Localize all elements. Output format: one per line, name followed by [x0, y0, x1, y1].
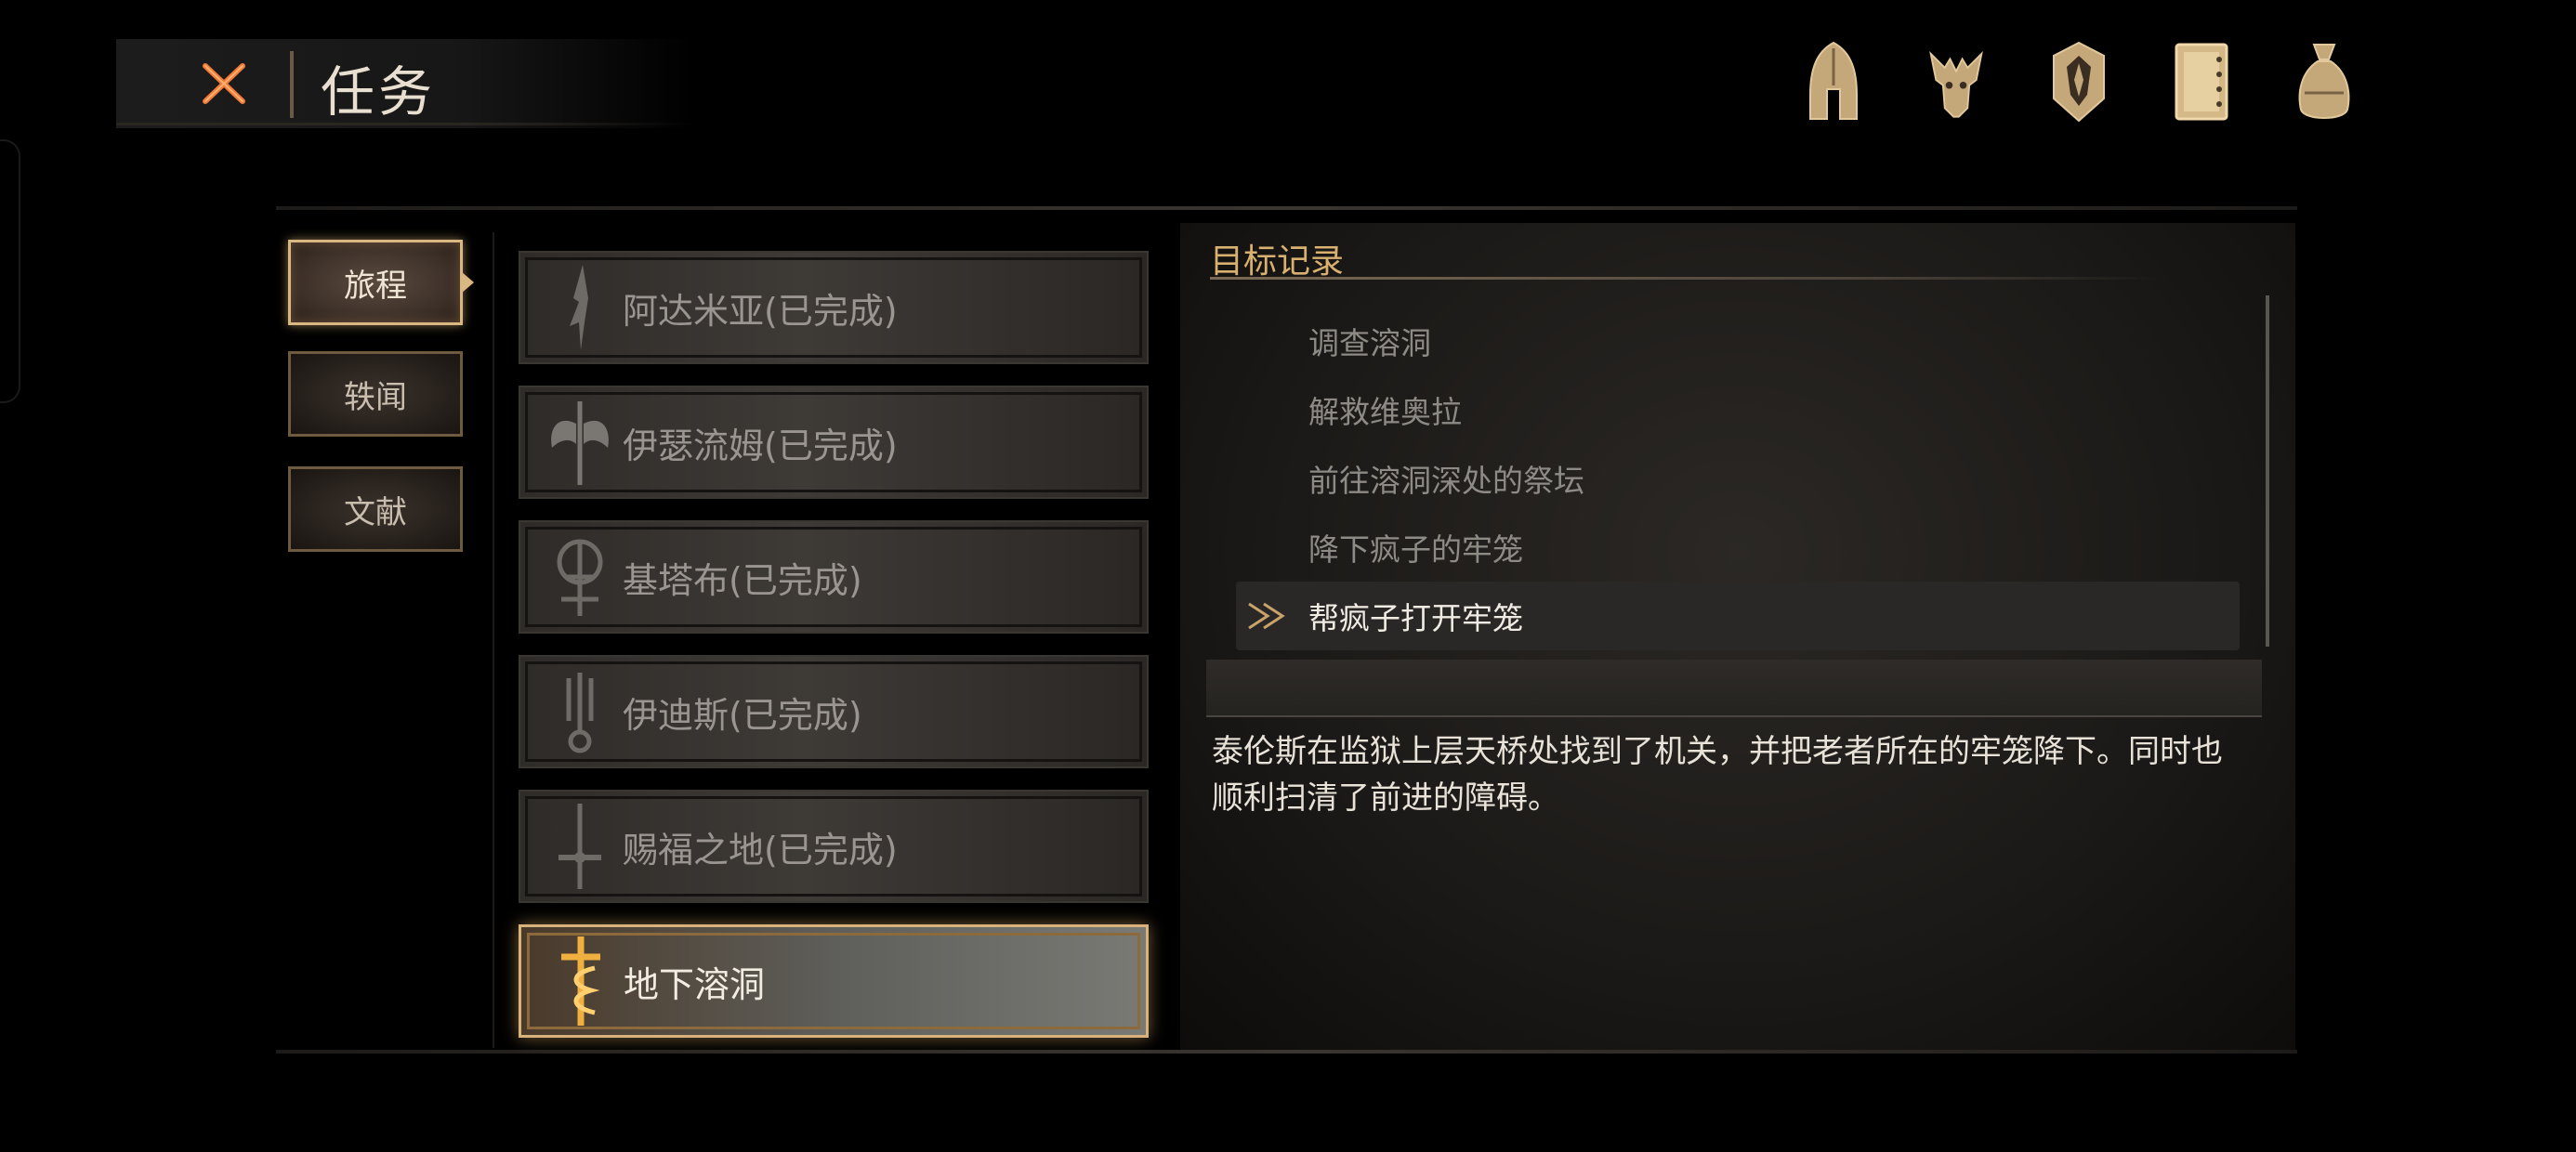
quest-label: 阿达米亚(已完成): [623, 290, 898, 332]
objectives-title: 目标记录: [1210, 242, 1345, 281]
objective-item[interactable]: 前往溶洞深处的祭坛: [1236, 444, 2249, 513]
page-title: 任务: [321, 60, 437, 124]
quest-item[interactable]: 伊瑟流姆(已完成): [519, 386, 1149, 499]
double-chevron-right-icon: [1248, 602, 1285, 630]
blade-emblem-icon: [543, 261, 617, 354]
quest-label: 基塔布(已完成): [623, 559, 862, 601]
objective-item[interactable]: 解救维奥拉: [1236, 375, 2249, 444]
quest-item[interactable]: 赐福之地(已完成): [519, 790, 1149, 903]
quest-label: 伊迪斯(已完成): [623, 694, 862, 736]
objectives-scrollbar[interactable]: [2266, 295, 2269, 647]
rune-emblem-icon: [543, 530, 617, 623]
helmet-icon[interactable]: [1803, 37, 1864, 126]
close-icon: [203, 63, 245, 104]
description-divider: [1206, 715, 2262, 717]
tab-journey[interactable]: 旅程: [288, 240, 463, 325]
description-header: [1206, 660, 2262, 715]
top-menu: [1803, 37, 2355, 126]
winged-axe-emblem-icon: [543, 396, 617, 489]
objective-item-current[interactable]: 帮疯子打开牢笼: [1236, 582, 2240, 650]
tab-anecdotes[interactable]: 轶闻: [288, 351, 463, 437]
frame-bottom-border: [276, 1050, 2297, 1054]
beast-skull-icon[interactable]: [1925, 37, 1987, 126]
trident-emblem-icon: [543, 665, 617, 758]
active-tab-pointer: [461, 271, 474, 294]
quest-item[interactable]: 阿达米亚(已完成): [519, 251, 1149, 364]
objectives-list: 调查溶洞 解救维奥拉 前往溶洞深处的祭坛 降下疯子的牢笼 帮疯子打开牢笼: [1236, 307, 2249, 650]
tab-documents[interactable]: 文献: [288, 466, 463, 552]
crest-shield-icon[interactable]: [2048, 37, 2109, 126]
quest-item[interactable]: 伊迪斯(已完成): [519, 655, 1149, 768]
frame-top-border: [276, 206, 2297, 210]
quest-label: 伊瑟流姆(已完成): [623, 425, 898, 466]
quest-label: 地下溶洞: [624, 963, 766, 1005]
objective-item[interactable]: 降下疯子的牢笼: [1236, 513, 2249, 582]
sword-emblem-icon: [543, 800, 617, 893]
quest-description: 泰伦斯在监狱上层天桥处找到了机关，并把老者所在的牢笼降下。同时也顺利扫清了前进的…: [1212, 733, 2223, 817]
phone-edge: [0, 139, 20, 403]
objective-label: 帮疯子打开牢笼: [1308, 600, 1523, 636]
quest-item[interactable]: 基塔布(已完成): [519, 520, 1149, 634]
objectives-title-underline: [1210, 277, 2158, 280]
loot-sack-icon[interactable]: [2293, 37, 2355, 126]
header-divider: [290, 51, 294, 118]
quest-column-divider: [493, 232, 494, 1048]
objective-item[interactable]: 调查溶洞: [1236, 307, 2249, 375]
close-button[interactable]: [191, 56, 257, 111]
journal-book-icon[interactable]: [2171, 37, 2232, 126]
quest-label: 赐福之地(已完成): [623, 829, 898, 871]
quest-item-active[interactable]: 地下溶洞: [519, 924, 1149, 1038]
serpent-cross-emblem-icon: [544, 935, 618, 1028]
